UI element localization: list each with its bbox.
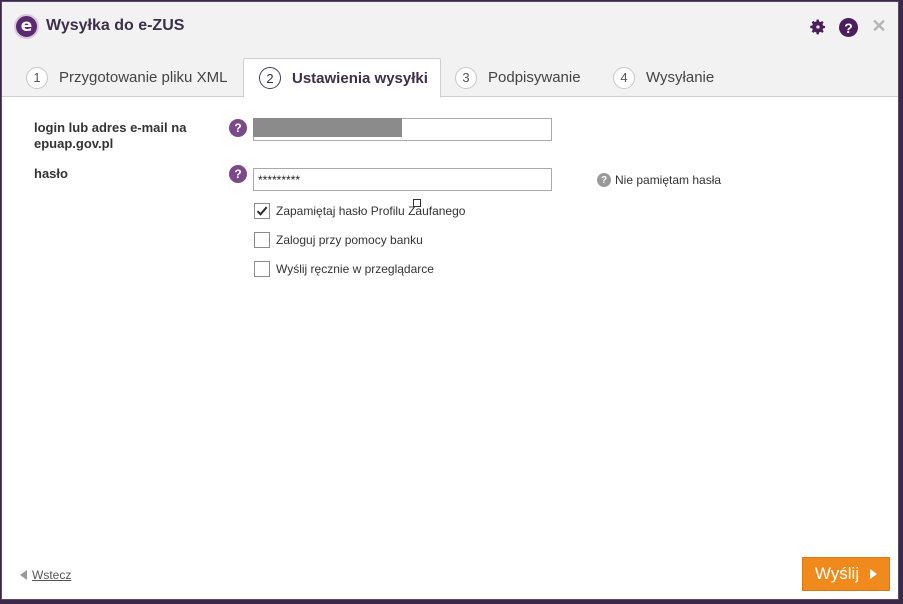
step-number: 3 xyxy=(455,66,477,89)
tab-ustawienia[interactable]: 2 Ustawienia wysyłki xyxy=(243,58,441,98)
password-help-icon[interactable]: ? xyxy=(229,165,247,183)
step-number: 4 xyxy=(613,66,635,89)
back-link[interactable]: Wstecz xyxy=(20,568,71,582)
checkbox-label: Zapamiętaj hasło Profilu Zaufanego xyxy=(276,204,466,218)
wizard-tabs: 1 Przygotowanie pliku XML 2 Ustawienia w… xyxy=(2,50,898,98)
tab-label: Ustawienia wysyłki xyxy=(292,69,428,87)
tab-przygotowanie[interactable]: 1 Przygotowanie pliku XML xyxy=(26,58,227,97)
arrow-right-icon xyxy=(870,569,878,579)
tab-label: Przygotowanie pliku XML xyxy=(59,69,228,86)
checkbox-box[interactable] xyxy=(254,203,270,219)
help-icon[interactable]: ? xyxy=(839,18,858,37)
back-label: Wstecz xyxy=(32,568,72,582)
checkbox-label: Zaloguj przy pomocy banku xyxy=(276,233,423,247)
checkbox-remember-password[interactable]: Zapamiętaj hasło Profilu Zaufanego xyxy=(254,203,465,219)
forgot-password-label: Nie pamiętam hasła xyxy=(615,173,722,187)
redacted-login-value xyxy=(253,118,402,137)
forgot-password-link[interactable]: ? Nie pamiętam hasła xyxy=(597,173,721,187)
password-input[interactable] xyxy=(253,168,552,191)
title-bar: e Wysyłka do e-ZUS ? ✕ xyxy=(2,2,898,50)
send-label: Wyślij xyxy=(814,564,860,583)
login-label: login lub adres e-mail na epuap.gov.pl xyxy=(34,120,187,151)
login-help-icon[interactable]: ? xyxy=(229,119,247,137)
checkbox-box[interactable] xyxy=(254,261,270,277)
checkmark-icon xyxy=(256,206,268,216)
checkbox-label: Wyślij ręcznie w przeglądarce xyxy=(276,262,434,276)
password-label: hasło xyxy=(34,166,68,181)
window-title: Wysyłka do e-ZUS xyxy=(46,17,185,34)
tab-label: Wysyłanie xyxy=(646,69,715,86)
question-icon: ? xyxy=(597,173,611,187)
checkbox-bank-login[interactable]: Zaloguj przy pomocy banku xyxy=(254,232,423,248)
tab-label: Podpisywanie xyxy=(488,69,581,86)
tab-podpisywanie[interactable]: 3 Podpisywanie xyxy=(455,58,581,97)
close-icon[interactable]: ✕ xyxy=(869,16,889,36)
arrow-left-icon xyxy=(20,570,27,580)
send-button[interactable]: Wyślij xyxy=(802,557,890,591)
ezus-logo-icon: e xyxy=(14,14,39,39)
dialog-window: e Wysyłka do e-ZUS ? ✕ 1 Przygotowanie p… xyxy=(1,1,899,600)
gear-icon[interactable] xyxy=(808,17,828,37)
checkbox-box[interactable] xyxy=(254,232,270,248)
step-number: 1 xyxy=(26,66,48,89)
mouse-cursor-icon xyxy=(413,199,421,207)
checkbox-manual-send[interactable]: Wyślij ręcznie w przeglądarce xyxy=(254,261,434,277)
step-number: 2 xyxy=(259,67,281,89)
tab-wysylanie[interactable]: 4 Wysyłanie xyxy=(613,58,714,97)
